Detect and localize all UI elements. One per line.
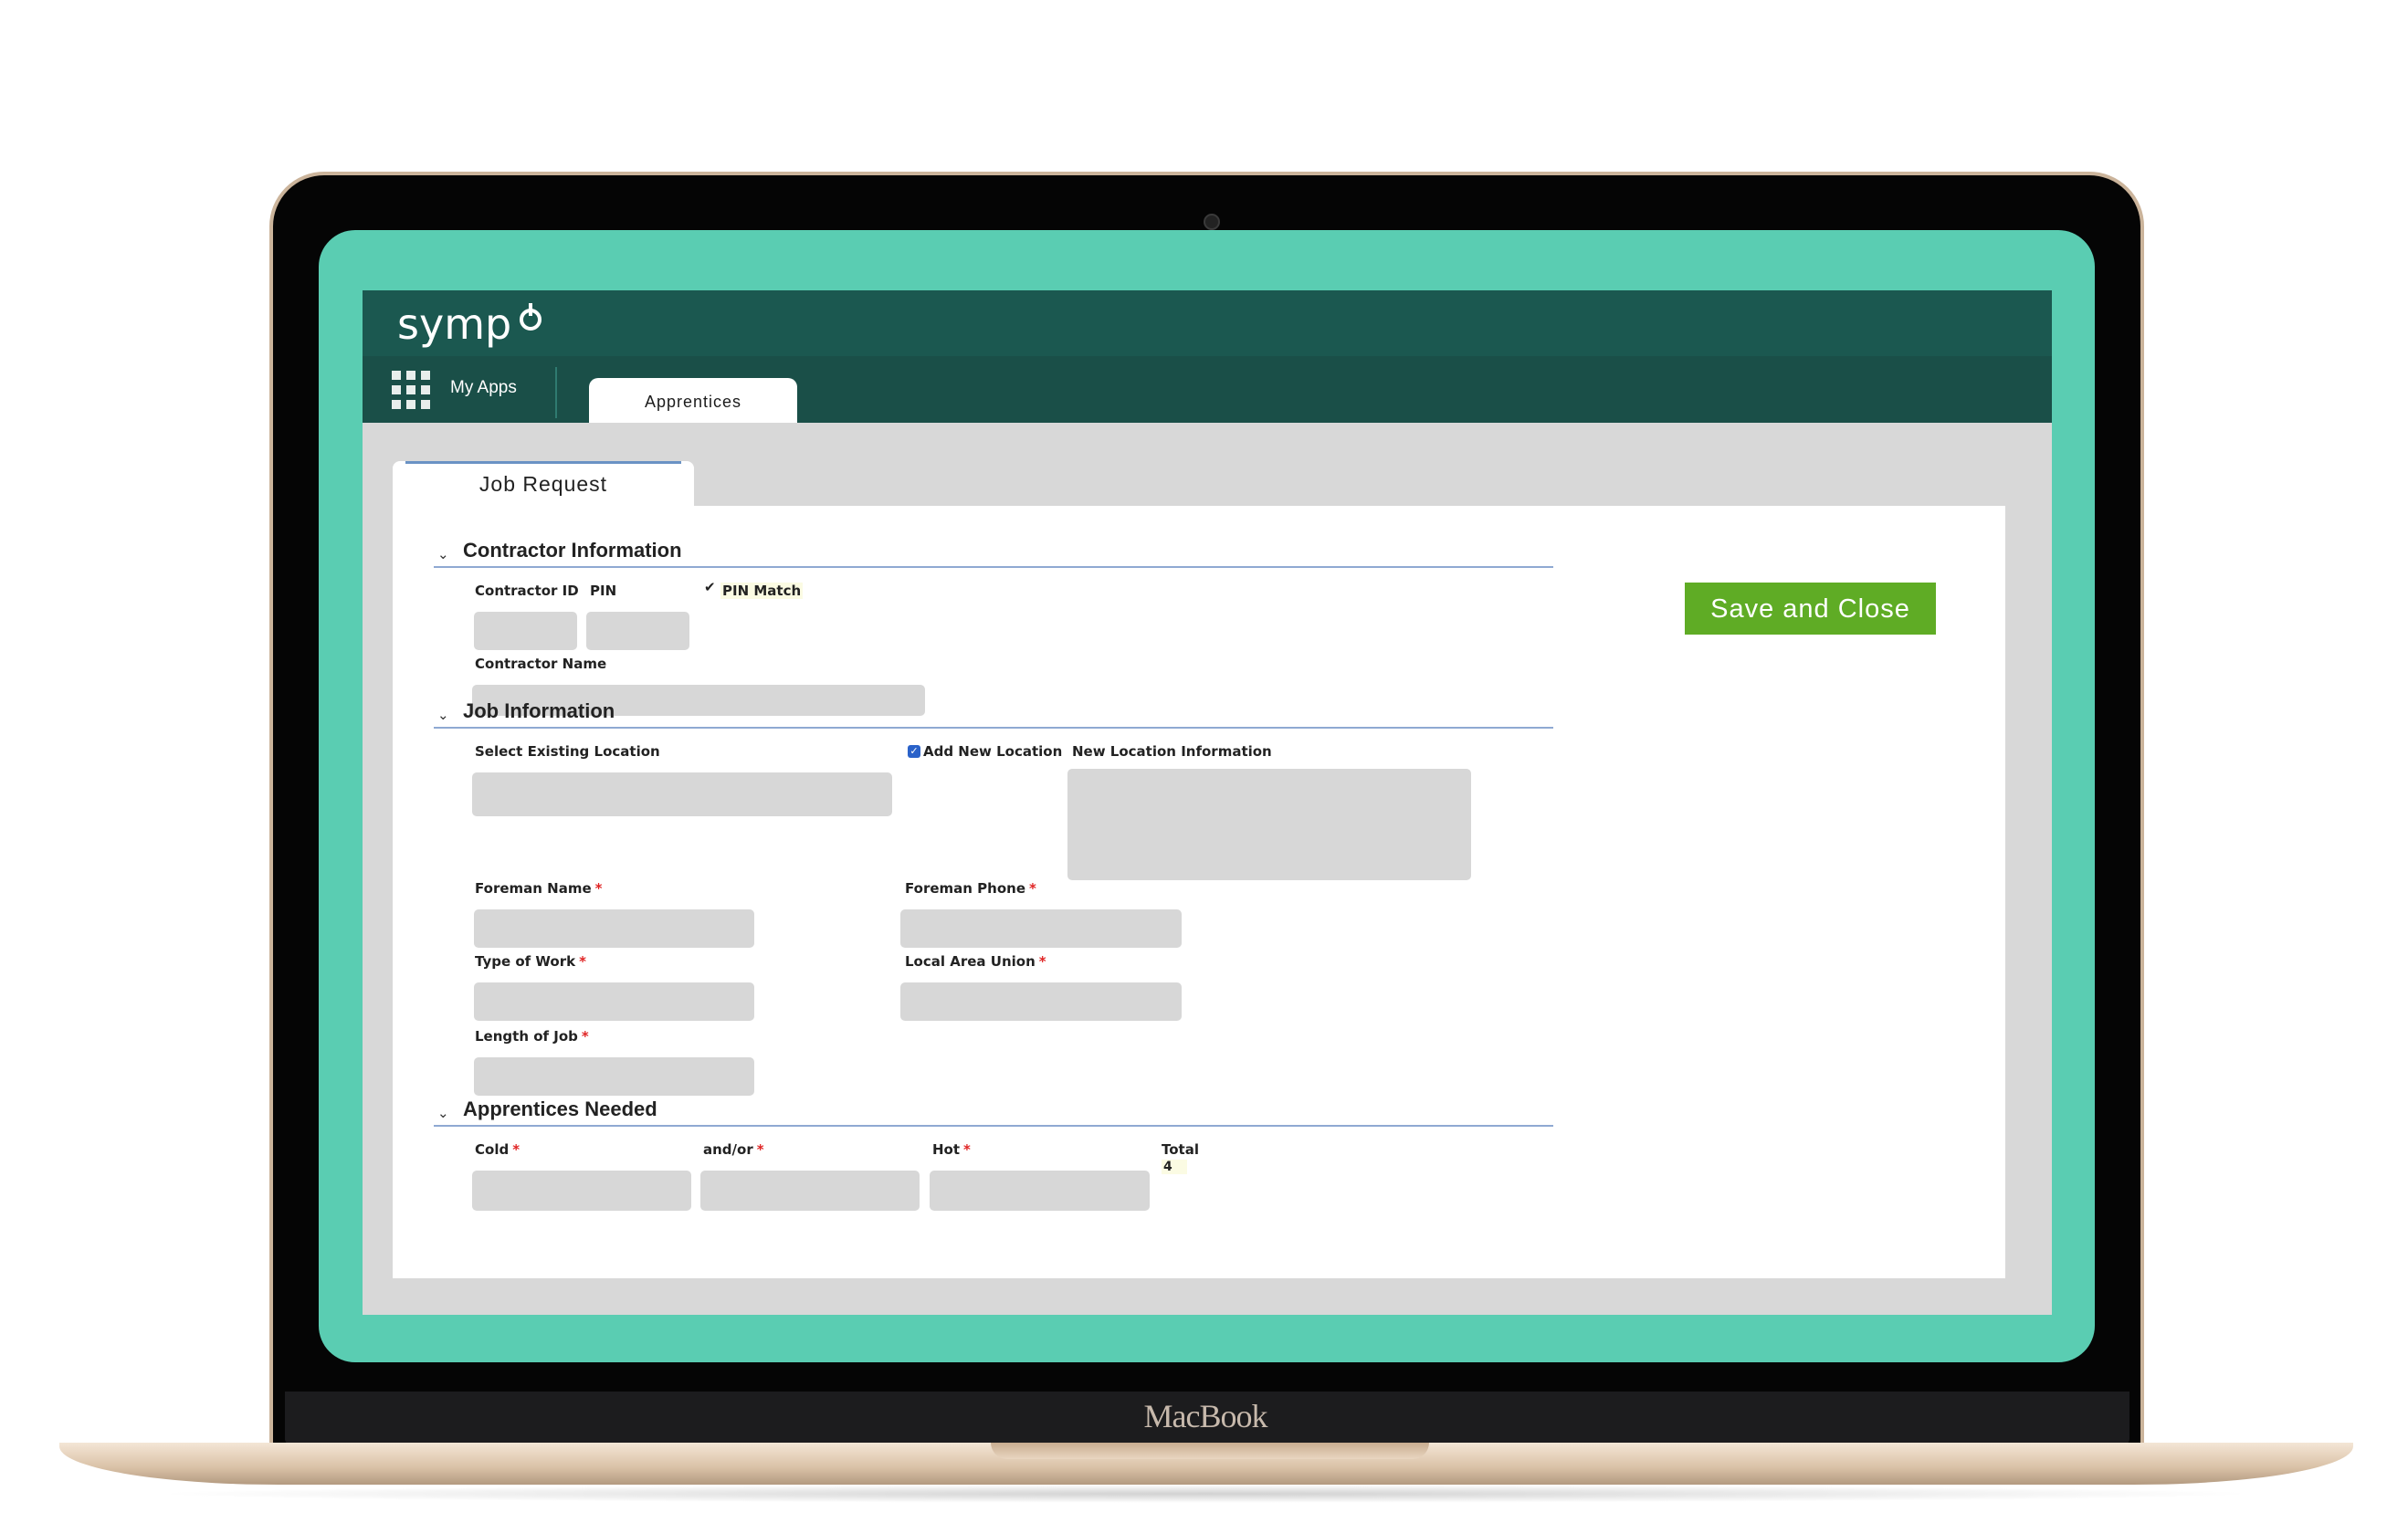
section-job-information[interactable]: ⌄ Job Information	[434, 699, 1553, 729]
length-of-job-label: Length of Job *	[475, 1028, 589, 1045]
contractor-id-label: Contractor ID	[475, 583, 579, 599]
foreman-name-field[interactable]	[474, 909, 754, 948]
total-value: 4	[1162, 1160, 1187, 1174]
pin-field[interactable]	[586, 612, 689, 650]
new-location-information-label: New Location Information	[1072, 743, 1272, 760]
chevron-down-icon[interactable]: ⌄	[437, 546, 449, 562]
check-icon: ✔	[704, 579, 716, 595]
camera-icon	[1204, 214, 1220, 230]
pin-label: PIN	[590, 583, 617, 599]
laptop-notch	[991, 1443, 1429, 1459]
laptop-shadow	[146, 1485, 2265, 1503]
laptop-brand: MacBook	[1143, 1398, 1268, 1434]
add-new-location-checkbox[interactable]: ✓	[908, 745, 920, 758]
my-apps-link[interactable]: My Apps	[450, 378, 517, 398]
app-header: symp	[363, 290, 2052, 356]
tab-job-request[interactable]: Job Request	[393, 461, 694, 506]
chevron-down-icon[interactable]: ⌄	[437, 1105, 449, 1121]
new-location-information-field[interactable]	[1067, 769, 1471, 880]
select-existing-location-label: Select Existing Location	[475, 743, 660, 760]
hot-field[interactable]	[930, 1171, 1150, 1211]
pin-match-indicator: PIN Match	[720, 583, 804, 599]
foreman-phone-label: Foreman Phone *	[905, 880, 1036, 897]
nav-divider	[555, 367, 557, 418]
and-or-label: and/or *	[703, 1141, 764, 1158]
section-contractor-information[interactable]: ⌄ Contractor Information	[434, 539, 1553, 568]
contractor-name-label: Contractor Name	[475, 656, 607, 672]
foreman-phone-field[interactable]	[900, 909, 1182, 948]
foreman-name-label: Foreman Name *	[475, 880, 603, 897]
chevron-down-icon[interactable]: ⌄	[437, 707, 449, 723]
cold-field[interactable]	[472, 1171, 691, 1211]
add-new-location-label: Add New Location	[923, 743, 1063, 760]
app-grid-icon[interactable]	[392, 371, 434, 409]
logo-power-icon	[520, 303, 542, 331]
tab-job-request-label: Job Request	[478, 472, 608, 496]
and-or-field[interactable]	[700, 1171, 920, 1211]
contractor-id-field[interactable]	[474, 612, 577, 650]
app-logo: symp	[397, 299, 512, 349]
local-area-union-field[interactable]	[900, 982, 1182, 1021]
form-panel: ⌄ Contractor Information Contractor ID P…	[393, 506, 2005, 1278]
length-of-job-field[interactable]	[474, 1057, 754, 1096]
nav-bar: My Apps Apprentices	[363, 356, 2052, 423]
save-and-close-button[interactable]: Save and Close	[1685, 583, 1936, 635]
local-area-union-label: Local Area Union *	[905, 953, 1046, 970]
tab-apprentices[interactable]: Apprentices	[589, 378, 797, 423]
type-of-work-label: Type of Work *	[475, 953, 586, 970]
section-title: Job Information	[463, 699, 615, 722]
section-title: Apprentices Needed	[463, 1098, 657, 1120]
section-title: Contractor Information	[463, 539, 682, 562]
cold-label: Cold *	[475, 1141, 521, 1158]
select-existing-location-field[interactable]	[472, 772, 892, 816]
type-of-work-field[interactable]	[474, 982, 754, 1021]
hot-label: Hot *	[932, 1141, 971, 1158]
app-window: symp My Apps Apprentices Job Request ⌄ C…	[363, 290, 2052, 1315]
total-label: Total	[1162, 1141, 1199, 1158]
section-apprentices-needed[interactable]: ⌄ Apprentices Needed	[434, 1098, 1553, 1127]
